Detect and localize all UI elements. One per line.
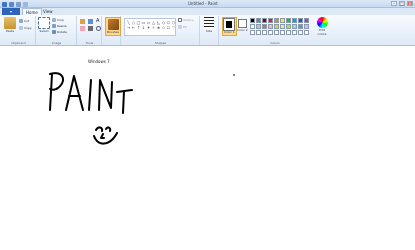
doodle-face-smile — [93, 132, 118, 145]
handwritten-letter-i — [88, 79, 92, 111]
handwritten-letter-a — [65, 75, 84, 111]
doodle-face-eyes — [95, 126, 112, 132]
freehand-drawing — [49, 72, 133, 145]
handwritten-letter-t — [116, 89, 133, 114]
handwritten-letter-p — [49, 72, 65, 111]
doodle-face-nose — [100, 133, 105, 139]
handwritten-letter-n — [98, 79, 113, 111]
